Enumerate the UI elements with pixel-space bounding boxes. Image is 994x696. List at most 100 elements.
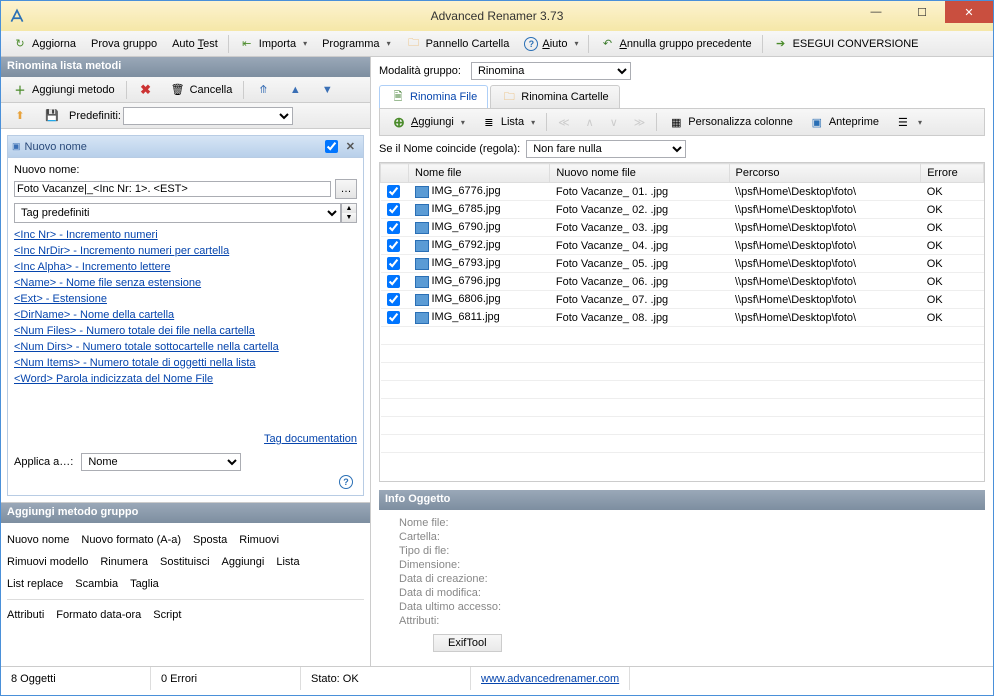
tag-link[interactable]: <Inc NrDir> - Incremento numeri per cart… [14, 243, 357, 259]
newname-input[interactable] [14, 181, 331, 197]
table-row[interactable]: IMG_6796.jpgFoto Vacanze_ 06. .jpg\\psf\… [381, 273, 984, 291]
table-row[interactable]: IMG_6793.jpgFoto Vacanze_ 05. .jpg\\psf\… [381, 255, 984, 273]
tag-link[interactable]: <Num Items> - Numero totale di oggetti n… [14, 355, 357, 371]
method-close-button[interactable]: ✕ [342, 140, 359, 153]
add-files-button[interactable]: ⊕Aggiungi [384, 111, 472, 133]
maximize-button[interactable]: ☐ [899, 1, 945, 23]
row-checkbox[interactable] [387, 185, 400, 198]
tag-link[interactable]: <Word> Parola indicizzata del Nome File [14, 371, 357, 387]
group-method-link[interactable]: List replace [7, 578, 63, 590]
group-header: Aggiungi metodo gruppo [1, 503, 370, 523]
nav-first[interactable]: ≪ [551, 113, 577, 132]
folder-panel-button[interactable]: 🗀Pannello Cartella [399, 33, 517, 55]
refresh-button[interactable]: ↻Aggiorna [5, 33, 83, 55]
row-checkbox[interactable] [387, 293, 400, 306]
delete-method-button[interactable]: ✖ [131, 79, 161, 101]
table-row[interactable]: IMG_6806.jpgFoto Vacanze_ 07. .jpg\\psf\… [381, 291, 984, 309]
presets-select[interactable] [123, 107, 293, 125]
tag-link[interactable]: <Ext> - Estensione [14, 291, 357, 307]
batch-mode-select[interactable]: Rinomina [471, 62, 631, 80]
auto-test-button[interactable]: Auto Test [165, 35, 225, 53]
tab-rename-files[interactable]: 🗎Rinomina File [379, 85, 488, 108]
group-method-link[interactable]: Sostituisci [160, 556, 210, 568]
open-icon: ⬆ [12, 108, 28, 124]
tab-rename-folders[interactable]: 🗀Rinomina Cartelle [490, 85, 619, 108]
tag-preset-select[interactable]: Tag predefiniti [14, 203, 341, 223]
group-method-link[interactable]: Script [153, 609, 181, 621]
row-checkbox[interactable] [387, 203, 400, 216]
tag-link[interactable]: <Name> - Nome file senza estensione [14, 275, 357, 291]
load-preset-button[interactable]: ⬆ [5, 105, 35, 127]
customize-columns-button[interactable]: ▦Personalizza colonne [661, 111, 800, 133]
row-checkbox[interactable] [387, 311, 400, 324]
tag-link[interactable]: <Inc Alpha> - Incremento lettere [14, 259, 357, 275]
group-method-link[interactable]: Formato data-ora [56, 609, 141, 621]
table-row[interactable]: IMG_6790.jpgFoto Vacanze_ 03. .jpg\\psf\… [381, 219, 984, 237]
row-checkbox[interactable] [387, 275, 400, 288]
tag-link[interactable]: <Num Files> - Numero totale dei file nel… [14, 323, 357, 339]
row-checkbox[interactable] [387, 257, 400, 270]
thumbnails-button[interactable]: ▣Anteprime [802, 111, 886, 133]
exiftool-button[interactable]: ExifTool [433, 634, 502, 652]
group-method-link[interactable]: Rimuovi [239, 534, 279, 546]
group-method-link[interactable]: Rimuovi modello [7, 556, 88, 568]
col-error[interactable]: Errore [921, 164, 984, 183]
method-enabled-checkbox[interactable] [325, 140, 338, 153]
move-down-button[interactable]: ▼ [312, 79, 342, 101]
save-preset-button[interactable]: 💾 [37, 105, 67, 127]
collapse-all-button[interactable]: ⤊ [248, 79, 278, 101]
tag-link[interactable]: <Inc Nr> - Incremento numeri [14, 227, 357, 243]
program-menu[interactable]: Programma [315, 35, 397, 53]
tag-doc-link[interactable]: Tag documentation [264, 433, 357, 445]
table-row[interactable]: IMG_6811.jpgFoto Vacanze_ 08. .jpg\\psf\… [381, 309, 984, 327]
add-method-button[interactable]: ＋Aggiungi metodo [5, 79, 122, 101]
spin-up[interactable]: ▲ [342, 204, 356, 213]
image-file-icon [415, 258, 429, 270]
tag-link[interactable]: <Num Dirs> - Numero totale sottocartelle… [14, 339, 357, 355]
name-collision-select[interactable]: Non fare nulla [526, 140, 686, 158]
presets-toolbar: ⬆ 💾 Predefiniti: [1, 103, 370, 129]
nav-next[interactable]: ∨ [603, 113, 625, 132]
collapse-toggle[interactable]: ▣ [12, 141, 21, 152]
test-group-button[interactable]: Prova gruppo [84, 35, 164, 53]
insert-tag-button[interactable]: … [335, 179, 357, 199]
undo-batch-button[interactable]: ↶Annulla gruppo precedente [592, 33, 758, 55]
nav-prev[interactable]: ∧ [579, 113, 601, 132]
minimize-button[interactable]: — [853, 1, 899, 23]
help-menu[interactable]: ?Aiuto [517, 34, 585, 54]
import-button[interactable]: ⇤Importa [232, 33, 314, 55]
table-row[interactable]: IMG_6785.jpgFoto Vacanze_ 02. .jpg\\psf\… [381, 201, 984, 219]
col-filename[interactable]: Nome file [409, 164, 550, 183]
image-icon: ▣ [809, 114, 825, 130]
group-method-link[interactable]: Attributi [7, 609, 44, 621]
group-method-link[interactable]: Taglia [130, 578, 159, 590]
group-method-link[interactable]: Scambia [75, 578, 118, 590]
group-method-link[interactable]: Sposta [193, 534, 227, 546]
table-row[interactable]: IMG_6792.jpgFoto Vacanze_ 04. .jpg\\psf\… [381, 237, 984, 255]
nav-last[interactable]: ≫ [627, 113, 653, 132]
list-menu[interactable]: ≣Lista [474, 111, 542, 133]
methods-toolbar: ＋Aggiungi metodo ✖ 🗑Cancella ⤊ ▲ ▼ [1, 77, 370, 103]
down-icon: ▼ [319, 82, 335, 98]
tag-link[interactable]: <DirName> - Nome della cartella [14, 307, 357, 323]
method-help-icon[interactable]: ? [339, 475, 353, 489]
group-method-link[interactable]: Lista [276, 556, 299, 568]
table-row[interactable]: IMG_6776.jpgFoto Vacanze_ 01. .jpg\\psf\… [381, 183, 984, 201]
row-checkbox[interactable] [387, 221, 400, 234]
col-path[interactable]: Percorso [729, 164, 921, 183]
group-method-link[interactable]: Nuovo formato (A-a) [81, 534, 181, 546]
spin-down[interactable]: ▼ [342, 213, 356, 222]
website-link[interactable]: www.advancedrenamer.com [481, 673, 619, 685]
file-grid[interactable]: Nome file Nuovo nome file Percorso Error… [380, 163, 984, 453]
clear-methods-button[interactable]: 🗑Cancella [163, 79, 240, 101]
view-options[interactable]: ☰ [888, 111, 929, 133]
col-newname[interactable]: Nuovo nome file [550, 164, 729, 183]
move-up-button[interactable]: ▲ [280, 79, 310, 101]
close-button[interactable]: ✕ [945, 1, 993, 23]
start-batch-button[interactable]: ➔ESEGUI CONVERSIONE [766, 33, 926, 55]
row-checkbox[interactable] [387, 239, 400, 252]
group-method-link[interactable]: Aggiungi [222, 556, 265, 568]
group-method-link[interactable]: Nuovo nome [7, 534, 69, 546]
apply-to-select[interactable]: Nome [81, 453, 241, 471]
group-method-link[interactable]: Rinumera [100, 556, 148, 568]
